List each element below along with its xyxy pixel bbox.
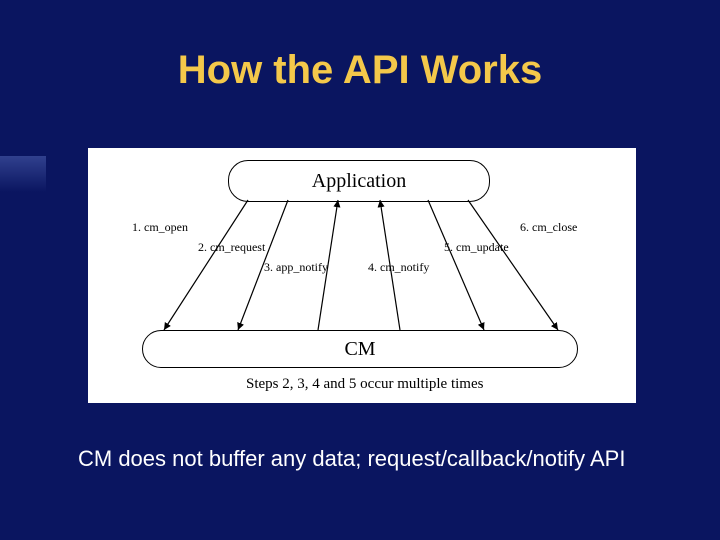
arrow-cm-update bbox=[428, 200, 484, 330]
label-cm-request: 2. cm_request bbox=[198, 240, 265, 255]
application-box: Application bbox=[228, 160, 490, 202]
label-cm-close: 6. cm_close bbox=[520, 220, 577, 235]
label-cm-update: 5. cm_update bbox=[444, 240, 509, 255]
label-app-notify: 3. app_notify bbox=[264, 260, 328, 275]
cm-box: CM bbox=[142, 330, 578, 368]
label-cm-notify: 4. cm_notify bbox=[368, 260, 429, 275]
application-box-label: Application bbox=[312, 170, 406, 193]
label-cm-open: 1. cm_open bbox=[132, 220, 188, 235]
slide-title: How the API Works bbox=[0, 48, 720, 93]
api-diagram: Application CM 1. cm_open 2. cm_request … bbox=[88, 148, 636, 403]
decorative-bar bbox=[0, 156, 46, 192]
cm-box-label: CM bbox=[344, 338, 375, 361]
slide-footer: CM does not buffer any data; request/cal… bbox=[78, 446, 625, 472]
slide: How the API Works Application CM 1. cm_o… bbox=[0, 0, 720, 540]
diagram-caption: Steps 2, 3, 4 and 5 occur multiple times bbox=[246, 376, 483, 393]
